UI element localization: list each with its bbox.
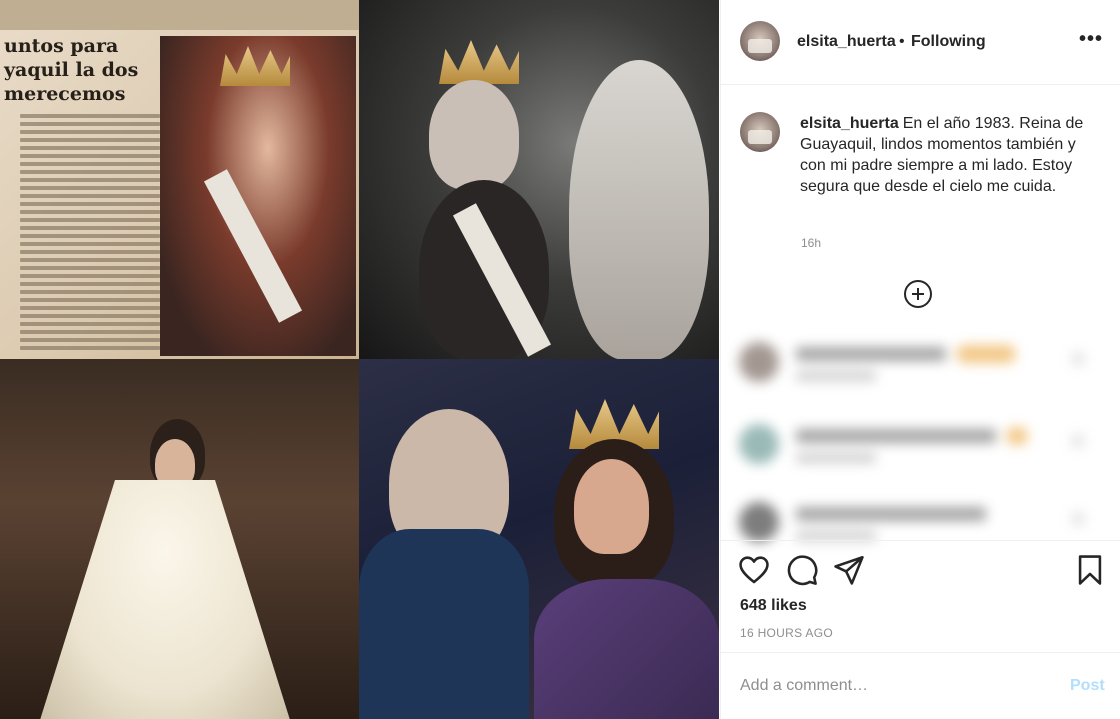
newspaper-clipping-panel: untos para yaquil la dos merecemos [0,0,359,359]
list-item [736,337,1106,397]
post-photo[interactable]: untos para yaquil la dos merecemos [0,0,719,719]
plus-circle-icon[interactable] [904,280,932,308]
crown-graphic [439,40,519,84]
list-item [736,419,1106,479]
avatar[interactable] [740,21,780,61]
following-button[interactable]: Following [911,33,986,51]
avatar[interactable] [740,112,780,152]
paper-plane-icon[interactable] [832,553,866,587]
queen-figure [429,80,519,190]
caption-timestamp[interactable]: 16h [801,236,821,250]
caption-username[interactable]: elsita_huerta [800,115,899,132]
heart-icon[interactable] [737,553,771,587]
ellipsis-icon[interactable]: ••• [1076,28,1106,50]
newspaper-headline: untos para yaquil la dos merecemos [4,35,139,105]
caption-row: elsita_huerta En el año 1983. Reina de Gu… [721,85,1120,542]
sash-graphic [203,169,303,323]
post-details: elsita_huerta • Following ••• elsita_hue… [720,0,1120,719]
comment-bubble-icon[interactable] [785,553,819,587]
purple-cape [534,579,719,719]
posted-time[interactable]: 16 HOURS AGO [740,626,833,640]
post-header: elsita_huerta • Following ••• [721,0,1120,85]
comment-input[interactable] [740,675,1040,697]
comment-composer: Post [721,652,1120,719]
crowning-photo-panel [359,0,719,359]
father-suit [359,529,529,719]
newspaper-column [20,114,160,354]
crowning-woman-figure [569,60,709,359]
crown-graphic [220,46,290,86]
likes-count[interactable]: 648 likes [740,597,807,615]
blurred-comments [736,337,1106,542]
father-daughter-panel [359,359,719,719]
separator-dot: • [899,33,905,50]
username-link[interactable]: elsita_huerta [797,33,896,51]
action-bar: 648 likes 16 HOURS AGO [721,540,1120,650]
post-button[interactable]: Post [1070,677,1105,695]
newspaper-portrait [160,36,356,356]
caption: elsita_huerta En el año 1983. Reina de Gu… [800,113,1090,197]
paper-strip [0,0,359,30]
bookmark-icon[interactable] [1073,553,1107,587]
daughter-face [574,459,649,554]
